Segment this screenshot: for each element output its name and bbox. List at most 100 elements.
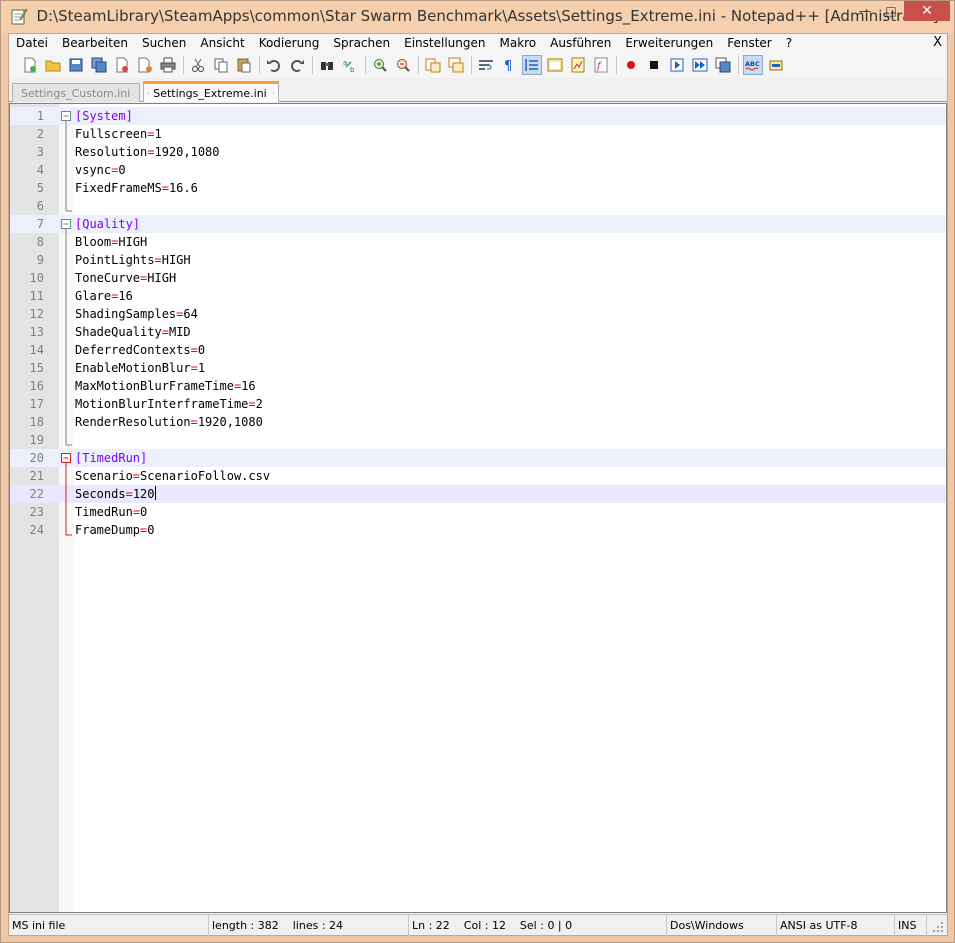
tab-close-icon[interactable]	[272, 87, 274, 99]
editor-line[interactable]: 19	[10, 431, 946, 449]
sync-horizontal-icon[interactable]	[446, 55, 466, 75]
record-macro-icon[interactable]	[621, 55, 641, 75]
code-text: PointLights=HIGH	[75, 251, 191, 269]
editor-line[interactable]: 3 Resolution=1920,1080	[10, 143, 946, 161]
indent-guide-icon[interactable]	[522, 55, 542, 75]
menu-datei[interactable]: Datei	[9, 34, 55, 52]
editor-line[interactable]: 10 ToneCurve=HIGH	[10, 269, 946, 287]
title-bar[interactable]: D:\SteamLibrary\SteamApps\common\Star Sw…	[1, 1, 954, 33]
editor-lines[interactable]: 1 [System] 2 Fullscreen=1 3 Resolution=1920,1…	[10, 107, 946, 539]
editor-line[interactable]: 22 Seconds=120	[10, 485, 946, 503]
editor-line[interactable]: 24 FrameDump=0	[10, 521, 946, 539]
editor-line[interactable]: 16 MaxMotionBlurFrameTime=16	[10, 377, 946, 395]
menu-help[interactable]: ?	[779, 34, 799, 52]
code-text: ShadeQuality=MID	[75, 323, 191, 341]
show-all-chars-icon[interactable]: ¶	[499, 55, 519, 75]
equals-operator: =	[132, 505, 141, 519]
menu-erweiterungen[interactable]: Erweiterungen	[618, 34, 720, 52]
menu-suchen[interactable]: Suchen	[135, 34, 193, 52]
editor-line[interactable]: 11 Glare=16	[10, 287, 946, 305]
fold-toggle-icon[interactable]	[59, 107, 74, 125]
editor-line[interactable]: 13 ShadeQuality=MID	[10, 323, 946, 341]
toolbar-separator	[259, 56, 260, 74]
editor-line[interactable]: 4 vsync=0	[10, 161, 946, 179]
print-icon[interactable]	[158, 55, 178, 75]
editor-line[interactable]: 8 Bloom=HIGH	[10, 233, 946, 251]
editor-line[interactable]: 21 Scenario=ScenarioFollow.csv	[10, 467, 946, 485]
editor-line[interactable]: 23 TimedRun=0	[10, 503, 946, 521]
cut-icon[interactable]	[188, 55, 208, 75]
minimize-button[interactable]: —	[852, 1, 878, 21]
editor-line[interactable]: 9 PointLights=HIGH	[10, 251, 946, 269]
section-header: [Quality]	[75, 215, 140, 233]
close-file-icon[interactable]	[112, 55, 132, 75]
maximize-button[interactable]: □	[878, 1, 904, 21]
tab-settings-extreme[interactable]: Settings_Extreme.ini	[143, 81, 279, 102]
editor-line[interactable]: 2 Fullscreen=1	[10, 125, 946, 143]
redo-icon[interactable]	[287, 55, 307, 75]
user-defined-dialog-icon[interactable]	[545, 55, 565, 75]
resize-grip-icon[interactable]	[932, 921, 944, 933]
find-icon[interactable]	[317, 55, 337, 75]
editor-line[interactable]: 12 ShadingSamples=64	[10, 305, 946, 323]
editor-line[interactable]: 6	[10, 197, 946, 215]
stop-macro-icon[interactable]	[644, 55, 664, 75]
save-icon[interactable]	[66, 55, 86, 75]
ini-value: 16	[241, 379, 256, 393]
menu-ansicht[interactable]: Ansicht	[193, 34, 251, 52]
function-list-icon[interactable]: f	[591, 55, 611, 75]
editor-line[interactable]: 1 [System]	[10, 107, 946, 125]
section-name: [Quality]	[75, 217, 141, 231]
copy-icon[interactable]	[211, 55, 231, 75]
tab-settings-custom[interactable]: Settings_Custom.ini	[12, 83, 140, 102]
close-document-button[interactable]: X	[933, 34, 942, 52]
zoom-in-icon[interactable]	[370, 55, 390, 75]
menu-makro[interactable]: Makro	[492, 34, 543, 52]
line-number: 1	[36, 109, 44, 123]
paste-icon[interactable]	[234, 55, 254, 75]
save-macro-icon[interactable]	[713, 55, 733, 75]
editor-line[interactable]: 7 [Quality]	[10, 215, 946, 233]
fold-toggle-icon[interactable]	[59, 215, 74, 233]
editor-line[interactable]: 17 MotionBlurInterframeTime=2	[10, 395, 946, 413]
line-number: 22	[29, 487, 44, 501]
zoom-out-icon[interactable]	[393, 55, 413, 75]
editor-line[interactable]: 18 RenderResolution=1920,1080	[10, 413, 946, 431]
text-editor[interactable]: 1 [System] 2 Fullscreen=1 3 Resolution=1920,1…	[9, 103, 947, 913]
editor-line[interactable]: 5 FixedFrameMS=16.6	[10, 179, 946, 197]
fold-line-icon	[65, 341, 67, 359]
menu-ausfuehren[interactable]: Ausführen	[543, 34, 618, 52]
fold-end-icon	[65, 197, 72, 212]
ini-key: MaxMotionBlurFrameTime	[75, 379, 234, 393]
sync-vertical-icon[interactable]	[423, 55, 443, 75]
ini-key: FixedFrameMS	[75, 181, 162, 195]
doc-map-icon[interactable]	[568, 55, 588, 75]
line-number: 4	[36, 163, 44, 177]
save-all-icon[interactable]	[89, 55, 109, 75]
menu-sprachen[interactable]: Sprachen	[326, 34, 397, 52]
fold-line-icon	[65, 251, 67, 269]
close-button[interactable]: ✕	[904, 1, 950, 21]
new-file-icon[interactable]	[20, 55, 40, 75]
editor-line[interactable]: 14 DeferredContexts=0	[10, 341, 946, 359]
replace-icon[interactable]: ab	[340, 55, 360, 75]
equals-operator: =	[125, 487, 133, 501]
editor-line[interactable]: 20 [TimedRun]	[10, 449, 946, 467]
fold-toggle-icon[interactable]	[59, 449, 74, 467]
word-wrap-icon[interactable]	[476, 55, 496, 75]
open-file-icon[interactable]	[43, 55, 63, 75]
status-encoding: ANSI as UTF-8	[777, 915, 895, 936]
menu-einstellungen[interactable]: Einstellungen	[397, 34, 492, 52]
spell-check-icon[interactable]: ABC	[743, 55, 763, 75]
editor-line[interactable]: 15 EnableMotionBlur=1	[10, 359, 946, 377]
line-number: 15	[29, 361, 44, 375]
undo-icon[interactable]	[264, 55, 284, 75]
menu-bearbeiten[interactable]: Bearbeiten	[55, 34, 135, 52]
plugin-icon[interactable]	[766, 55, 786, 75]
menu-fenster[interactable]: Fenster	[720, 34, 779, 52]
ini-key: Seconds	[75, 487, 126, 501]
play-multiple-macro-icon[interactable]	[690, 55, 710, 75]
close-all-icon[interactable]	[135, 55, 155, 75]
play-macro-icon[interactable]	[667, 55, 687, 75]
menu-kodierung[interactable]: Kodierung	[252, 34, 327, 52]
